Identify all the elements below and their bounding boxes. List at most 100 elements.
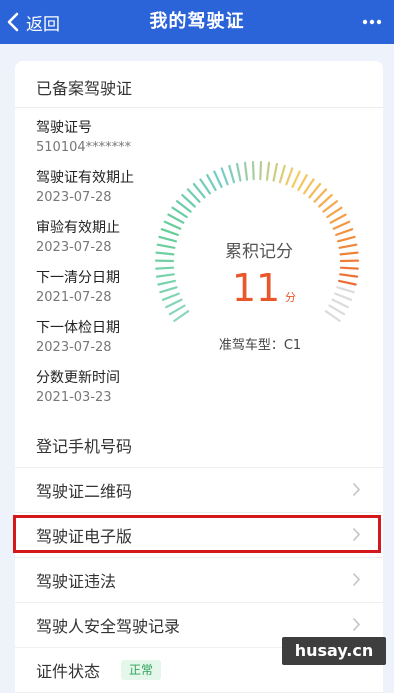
gauge-tick bbox=[339, 281, 356, 285]
score-gauge: 累积记分 11 分 准驾车型：C1 bbox=[152, 123, 362, 353]
more-dots-icon bbox=[362, 19, 382, 25]
info-label: 下一体检日期 bbox=[36, 319, 134, 337]
top-nav-bar: 返回 我的驾驶证 bbox=[0, 0, 394, 44]
gauge-tick bbox=[182, 195, 195, 206]
gauge-tick bbox=[165, 222, 181, 229]
card-title: 已备案驾驶证 bbox=[36, 75, 132, 99]
gauge-tick bbox=[194, 184, 205, 197]
card-header: 已备案驾驶证 bbox=[15, 61, 383, 108]
gauge-tick bbox=[333, 300, 348, 307]
watermark-text: husay.cn bbox=[295, 641, 374, 660]
info-label: 分数更新时间 bbox=[36, 369, 134, 387]
gauge-tick bbox=[157, 274, 174, 276]
info-label: 驾驶证号 bbox=[36, 119, 134, 137]
gauge-unit: 分 bbox=[285, 291, 296, 304]
gauge-tick bbox=[304, 179, 314, 193]
watermark-logo: husay.cn bbox=[282, 637, 386, 665]
gauge-tick bbox=[260, 162, 261, 179]
gauge-score: 11 bbox=[232, 266, 280, 310]
gauge-tick bbox=[207, 175, 215, 190]
gauge-tick bbox=[214, 172, 221, 187]
menu-license-qrcode[interactable]: 驾驶证二维码 bbox=[15, 468, 383, 513]
menu-label: 驾驶证违法 bbox=[36, 568, 116, 592]
menu-electronic-license[interactable]: 驾驶证电子版 bbox=[15, 513, 383, 558]
chevron-right-icon bbox=[352, 527, 361, 542]
info-score-update-time: 分数更新时间 2021-03-23 bbox=[36, 369, 134, 419]
gauge-tick bbox=[341, 253, 358, 255]
gauge-tick bbox=[168, 215, 183, 223]
menu-label: 驾驶证二维码 bbox=[36, 478, 132, 502]
gauge-tick bbox=[174, 311, 188, 321]
menu-license-violations[interactable]: 驾驶证违法 bbox=[15, 558, 383, 603]
menu-label: 驾驶人安全驾驶记录 bbox=[36, 613, 180, 637]
chevron-right-icon bbox=[352, 482, 361, 497]
gauge-tick bbox=[327, 208, 341, 217]
page-title: 我的驾驶证 bbox=[0, 0, 394, 44]
gauge-tick bbox=[293, 172, 300, 187]
menu-register-phone[interactable]: 登记手机号码 bbox=[15, 423, 383, 468]
info-review-expiry: 审验有效期止 2023-07-28 bbox=[36, 219, 134, 269]
menu-label: 驾驶证电子版 bbox=[36, 523, 132, 547]
gauge-tick bbox=[274, 164, 277, 181]
gauge-tick bbox=[323, 201, 337, 211]
gauge-tick bbox=[315, 189, 327, 201]
gauge-tick bbox=[188, 189, 200, 201]
status-badge: 正常 bbox=[121, 660, 161, 680]
gauge-tick bbox=[309, 184, 320, 197]
gauge-tick bbox=[170, 306, 185, 315]
info-license-number: 驾驶证号 510104******* bbox=[36, 119, 134, 169]
gauge-tick bbox=[166, 300, 181, 307]
info-value: 2023-07-28 bbox=[36, 339, 134, 357]
info-label: 审验有效期止 bbox=[36, 219, 134, 237]
gauge-tick bbox=[163, 294, 179, 300]
gauge-tick bbox=[229, 166, 234, 182]
info-value: 2023-07-28 bbox=[36, 239, 134, 257]
info-label: 下一清分日期 bbox=[36, 269, 134, 287]
more-button[interactable] bbox=[362, 0, 382, 44]
gauge-tick bbox=[245, 163, 247, 180]
gauge-tick bbox=[222, 168, 228, 184]
gauge-tick bbox=[298, 175, 306, 190]
vehicle-type: 准驾车型：C1 bbox=[219, 337, 301, 353]
gauge-tick bbox=[173, 208, 187, 217]
gauge-tick bbox=[158, 281, 175, 285]
gauge-tick bbox=[253, 162, 254, 179]
gauge-tick bbox=[159, 237, 176, 241]
chevron-right-icon bbox=[352, 617, 361, 632]
license-info-list: 驾驶证号 510104******* 驾驶证有效期止 2023-07-28 审验… bbox=[36, 119, 134, 419]
gauge-tick bbox=[160, 287, 176, 292]
gauge-tick bbox=[326, 311, 340, 321]
chevron-right-icon bbox=[352, 572, 361, 587]
gauge-tick bbox=[319, 195, 332, 206]
gauge-tick bbox=[267, 163, 269, 180]
status-label: 证件状态 bbox=[36, 658, 100, 682]
info-value: 2023-07-28 bbox=[36, 189, 134, 207]
gauge-tick bbox=[341, 268, 358, 269]
gauge-tick bbox=[162, 229, 178, 235]
gauge-tick bbox=[338, 237, 355, 241]
gauge-title: 累积记分 bbox=[225, 242, 293, 262]
gauge-tick bbox=[158, 245, 175, 248]
gauge-tick bbox=[334, 222, 350, 229]
info-label: 驾驶证有效期止 bbox=[36, 169, 134, 187]
gauge-tick bbox=[157, 253, 174, 255]
gauge-tick bbox=[177, 201, 191, 211]
gauge-tick bbox=[337, 287, 353, 292]
info-value: 510104******* bbox=[36, 139, 134, 157]
info-next-clear-date: 下一清分日期 2021-07-28 bbox=[36, 269, 134, 319]
gauge-tick bbox=[200, 179, 210, 193]
info-value: 2021-07-28 bbox=[36, 289, 134, 307]
gauge-tick bbox=[331, 215, 346, 223]
gauge-tick bbox=[286, 168, 292, 184]
gauge-tick bbox=[329, 306, 344, 315]
menu-label: 登记手机号码 bbox=[36, 433, 132, 457]
gauge-tick bbox=[340, 245, 357, 248]
gauge-tick bbox=[280, 166, 285, 182]
info-license-expiry: 驾驶证有效期止 2023-07-28 bbox=[36, 169, 134, 219]
gauge-tick bbox=[156, 268, 173, 269]
gauge-tick bbox=[340, 274, 357, 276]
info-value: 2021-03-23 bbox=[36, 389, 134, 407]
gauge-tick bbox=[335, 294, 351, 300]
gauge-tick bbox=[237, 164, 240, 181]
gauge-tick bbox=[336, 229, 352, 235]
